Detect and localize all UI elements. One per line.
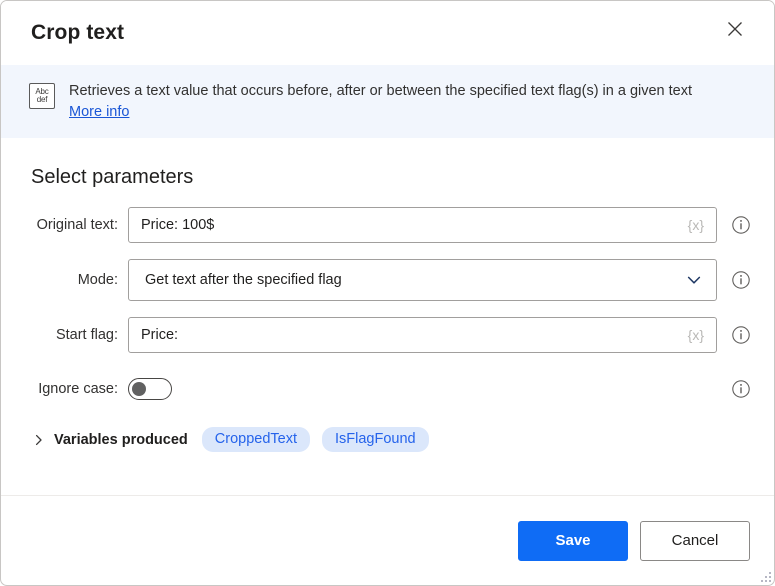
dialog-titlebar: Crop text [1, 1, 774, 65]
ignore-case-toggle[interactable] [128, 378, 172, 400]
field-row-original-text: Original text: Price: 100$ {x} [25, 205, 750, 245]
chevron-right-icon[interactable] [33, 434, 45, 446]
variable-pill-is-flag-found[interactable]: IsFlagFound [322, 427, 429, 452]
variables-produced-label: Variables produced [54, 431, 188, 448]
label-start-flag: Start flag: [55, 327, 118, 343]
info-icon[interactable] [731, 215, 751, 235]
mode-dropdown[interactable]: Get text after the specified flag [128, 259, 717, 301]
start-flag-value: Price: [141, 327, 179, 343]
variables-produced-row[interactable]: Variables produced CroppedText IsFlagFou… [33, 427, 750, 452]
banner-description: Retrieves a text value that occurs befor… [69, 83, 693, 99]
description-banner: Abc def Retrieves a text value that occu… [1, 65, 774, 138]
field-row-ignore-case: Ignore case: [25, 369, 750, 409]
chevron-down-icon [687, 276, 701, 284]
close-button[interactable] [712, 9, 758, 49]
mode-selected-value: Get text after the specified flag [145, 272, 342, 288]
original-text-value: Price: 100$ [141, 217, 215, 233]
variable-picker-icon[interactable]: {x} [680, 217, 704, 233]
dialog-title: Crop text [31, 21, 125, 44]
variable-picker-icon[interactable]: {x} [680, 327, 704, 343]
parameters-form: Original text: Price: 100$ {x} Mode: Get… [25, 205, 750, 409]
field-wrap-mode: Get text after the specified flag [128, 259, 717, 301]
banner-body: Retrieves a text value that occurs befor… [69, 81, 692, 121]
field-wrap-ignore-case [128, 378, 717, 400]
field-row-mode: Mode: Get text after the specified flag [25, 259, 750, 301]
section-heading: Select parameters [31, 166, 194, 188]
field-row-start-flag: Start flag: Price: {x} [25, 315, 750, 355]
info-icon[interactable] [731, 379, 751, 399]
field-wrap-original-text: Price: 100$ {x} [128, 207, 717, 243]
variable-pill-cropped-text[interactable]: CroppedText [201, 427, 310, 452]
label-ignore-case: Ignore case: [38, 381, 118, 397]
cancel-button[interactable]: Cancel [640, 520, 750, 561]
field-wrap-start-flag: Price: {x} [128, 317, 717, 353]
close-icon [728, 22, 742, 36]
toggle-knob [132, 382, 146, 396]
crop-text-dialog: Crop text Abc def Retrieves a text value… [0, 0, 775, 586]
label-mode: Mode: [77, 272, 118, 288]
abc-def-icon-line2: def [36, 95, 48, 104]
dialog-content: Select parameters Original text: Price: … [1, 138, 774, 495]
info-icon[interactable] [731, 325, 751, 345]
abc-def-text-icon: Abc def [29, 83, 55, 109]
dialog-footer: Save Cancel [1, 495, 774, 585]
save-button[interactable]: Save [518, 520, 628, 561]
label-original-text: Original text: [36, 217, 118, 233]
start-flag-input[interactable]: Price: {x} [128, 317, 717, 353]
more-info-link[interactable]: More info [69, 104, 129, 120]
original-text-input[interactable]: Price: 100$ {x} [128, 207, 717, 243]
info-icon[interactable] [731, 270, 751, 290]
resize-grip[interactable] [757, 568, 771, 582]
